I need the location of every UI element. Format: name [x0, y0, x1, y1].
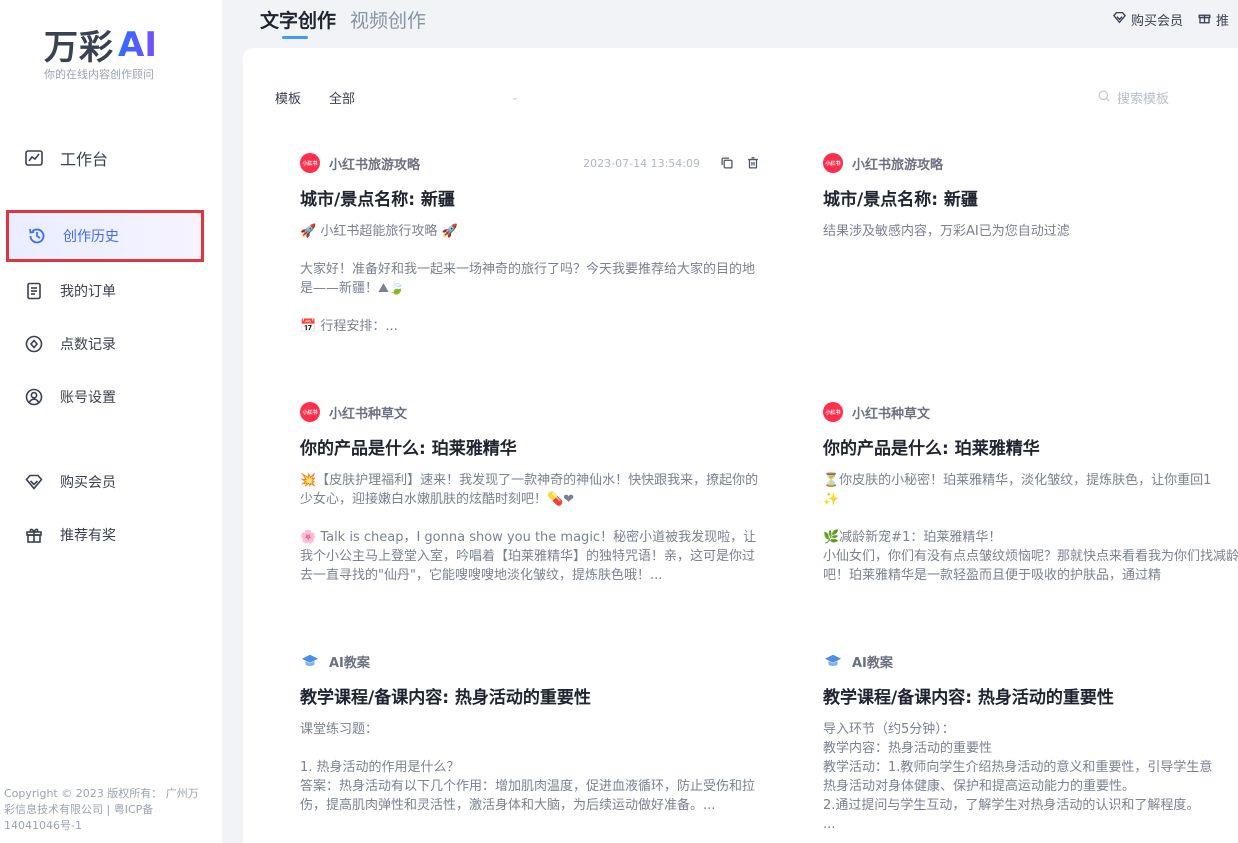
- filter-label: 模板: [275, 92, 302, 107]
- sidebar-item-label: 账号设置: [60, 390, 116, 406]
- copy-icon[interactable]: [720, 156, 734, 170]
- recommend-label: 推: [1216, 14, 1230, 29]
- card-body: 结果涉及敏感内容，万彩AI已为您自动过滤: [823, 224, 1070, 239]
- buy-member-label: 购买会员: [1131, 14, 1184, 29]
- diamond-icon: [1112, 10, 1127, 29]
- sidebar-item-orders[interactable]: 我的订单: [6, 265, 204, 317]
- xiaohongshu-icon: 小红书: [823, 402, 843, 422]
- history-card[interactable]: AI教案 教学课程/备课内容: 热身活动的重要性 导入环节（约5分钟）： 教学内…: [823, 651, 1238, 830]
- card-category: 小红书旅游攻略: [329, 157, 421, 173]
- history-card[interactable]: 小红书 小红书种草文 你的产品是什么: 珀莱雅精华 ⏳你皮肤的小秘密！珀莱雅精华…: [823, 402, 1238, 581]
- sidebar-item-referral[interactable]: 推荐有奖: [6, 509, 204, 561]
- history-icon: [27, 226, 47, 246]
- card-title: 城市/景点名称: 新疆: [300, 190, 455, 210]
- history-card[interactable]: 小红书 小红书种草文 你的产品是什么: 珀莱雅精华 💥【皮肤护理福利】速来！我发…: [300, 402, 760, 581]
- logo-text: 万彩: [44, 28, 114, 68]
- diamond-icon: [24, 472, 44, 492]
- xiaohongshu-icon: 小红书: [300, 153, 320, 173]
- graduation-cap-icon: [300, 651, 320, 671]
- xiaohongshu-icon: 小红书: [300, 402, 320, 422]
- content-type-tabs: 文字创作 视频创作: [260, 6, 426, 39]
- buy-member-button[interactable]: 购买会员: [1112, 10, 1183, 29]
- card-body: 🚀 小红书超能旅行攻略 🚀 大家好！准备好和我一起来一场神奇的旅行了吗？今天我要…: [300, 224, 756, 332]
- points-record-icon: [24, 334, 44, 354]
- card-body: 导入环节（约5分钟）： 教学内容：热身活动的重要性 教学活动：1.教师向学生介绍…: [823, 722, 1213, 830]
- card-header: AI教案: [823, 651, 1238, 671]
- card-header: 小红书 小红书种草文: [823, 402, 1238, 422]
- card-title: 你的产品是什么: 珀莱雅精华: [300, 439, 517, 459]
- template-select[interactable]: 全部 ⌄: [329, 88, 519, 107]
- tagline: 你的在线内容创作顾问: [44, 68, 154, 81]
- sidebar-item-buy-member[interactable]: 购买会员: [6, 456, 204, 508]
- card-category: 小红书种草文: [329, 406, 408, 422]
- card-title: 教学课程/备课内容: 热身活动的重要性: [823, 688, 1114, 708]
- graduation-cap-icon: [823, 651, 843, 671]
- card-time: 2023-07-14 13:54:09: [583, 156, 700, 170]
- sidebar-item-points[interactable]: 点数记录: [6, 318, 204, 370]
- chart-line-icon: [24, 148, 44, 168]
- history-card[interactable]: 小红书 小红书旅游攻略 2023-07-14 13:54:09 城市/景点名称:…: [300, 153, 760, 332]
- gift-icon: [1197, 10, 1212, 29]
- sidebar-item-account[interactable]: 账号设置: [6, 371, 204, 423]
- sidebar-item-label: 工作台: [60, 150, 109, 169]
- card-header: 小红书 小红书种草文: [300, 402, 760, 422]
- sidebar: 万彩 AI 你的在线内容创作顾问 工作台 创作历史 我的订单 点数记录 账号设置: [0, 0, 222, 843]
- template-filter: 模板 全部 ⌄: [275, 88, 519, 107]
- logo[interactable]: 万彩 AI: [44, 20, 157, 69]
- tab-text-creation[interactable]: 文字创作: [260, 6, 336, 39]
- card-title: 你的产品是什么: 珀莱雅精华: [823, 439, 1040, 459]
- card-category: 小红书种草文: [852, 406, 931, 422]
- history-card[interactable]: 小红书 小红书旅游攻略 城市/景点名称: 新疆 结果涉及敏感内容，万彩AI已为您…: [823, 153, 1238, 332]
- recommend-button[interactable]: 推: [1197, 10, 1229, 29]
- sidebar-item-label: 购买会员: [60, 475, 116, 491]
- history-card[interactable]: AI教案 教学课程/备课内容: 热身活动的重要性 课堂练习题： 1. 热身活动的…: [300, 651, 760, 830]
- sidebar-item-history[interactable]: 创作历史: [6, 210, 204, 262]
- search-icon: [1097, 89, 1111, 107]
- sidebar-item-label: 推荐有奖: [60, 528, 116, 544]
- template-select-value: 全部: [329, 92, 356, 107]
- order-list-icon: [24, 281, 44, 301]
- sidebar-item-dashboard[interactable]: 工作台: [6, 132, 204, 184]
- chevron-down-icon: ⌄: [510, 92, 520, 103]
- sidebar-item-label: 点数记录: [60, 337, 116, 353]
- delete-icon[interactable]: [746, 156, 760, 170]
- template-search-input[interactable]: 搜索模板: [1097, 88, 1238, 107]
- card-title: 城市/景点名称: 新疆: [823, 190, 978, 210]
- logo-ai-mark: AI: [118, 24, 157, 65]
- copyright: Copyright © 2023 版权所有： 广州万彩信息技术有限公司 | 粤I…: [4, 787, 199, 832]
- gift-icon: [24, 525, 44, 545]
- search-placeholder: 搜索模板: [1117, 92, 1170, 107]
- card-title: 教学课程/备课内容: 热身活动的重要性: [300, 688, 591, 708]
- card-category: AI教案: [329, 655, 370, 671]
- card-body: 💥【皮肤护理福利】速来！我发现了一款神奇的神仙水！快快跟我来，撩起你的少女心，迎…: [300, 473, 759, 581]
- sidebar-item-label: 我的订单: [60, 284, 116, 300]
- card-category: 小红书旅游攻略: [852, 157, 944, 173]
- sidebar-item-label: 创作历史: [63, 229, 119, 245]
- card-header: 小红书 小红书旅游攻略 2023-07-14 13:54:09: [300, 153, 760, 173]
- card-header: 小红书 小红书旅游攻略: [823, 153, 1238, 173]
- card-meta: 2023-07-14 13:54:09: [583, 156, 760, 170]
- xiaohongshu-icon: 小红书: [823, 153, 843, 173]
- top-actions: 购买会员 推: [1112, 10, 1229, 29]
- account-icon: [24, 387, 44, 407]
- card-header: AI教案: [300, 651, 760, 671]
- history-panel: 模板 全部 ⌄ 搜索模板 小红书 小红书旅游攻略 2023-07-14 13:5…: [243, 48, 1238, 843]
- card-body: ⏳你皮肤的小秘密！珀莱雅精华，淡化皱纹，提炼肤色，让你重回1 ✨ 🌿减龄新宠#1…: [823, 473, 1238, 581]
- card-category: AI教案: [852, 655, 893, 671]
- tab-video-creation[interactable]: 视频创作: [350, 6, 426, 33]
- card-body: 课堂练习题： 1. 热身活动的作用是什么？ 答案：热身活动有以下几个作用：增加肌…: [300, 722, 756, 813]
